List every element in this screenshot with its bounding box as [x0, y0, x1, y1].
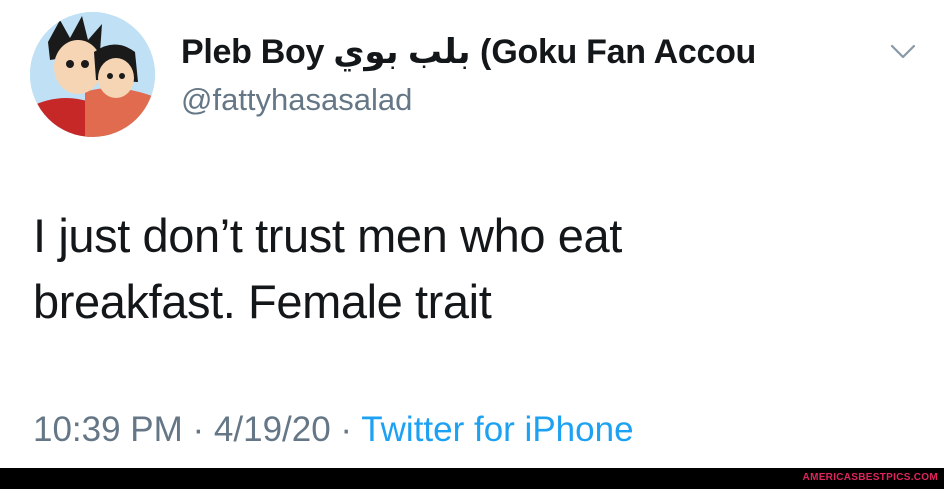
tweet-date[interactable]: 4/19/20: [214, 410, 331, 449]
separator: ·: [330, 410, 362, 449]
user-handle[interactable]: @fattyhasasalad: [181, 80, 412, 120]
separator: ·: [182, 410, 214, 449]
footer-bar: AMERICASBESTPICS.COM: [0, 468, 944, 489]
tweet-text: I just don’t trust men who eat breakfast…: [33, 203, 903, 335]
tweet-text-line: I just don’t trust men who eat: [33, 209, 622, 262]
avatar[interactable]: [30, 12, 155, 137]
watermark: AMERICASBESTPICS.COM: [802, 472, 938, 483]
tweet-source-link[interactable]: Twitter for iPhone: [361, 410, 633, 449]
tweet-card: Pleb Boy بلب بوي (Goku Fan Accou @fattyh…: [0, 0, 944, 468]
display-name[interactable]: Pleb Boy بلب بوي (Goku Fan Accou: [181, 30, 756, 74]
avatar-image: [30, 12, 155, 137]
chevron-down-icon[interactable]: [889, 42, 917, 62]
tweet-time[interactable]: 10:39 PM: [33, 410, 183, 449]
tweet-text-line: breakfast. Female trait: [33, 275, 492, 328]
tweet-metadata: 10:39 PM · 4/19/20 · Twitter for iPhone: [33, 408, 634, 452]
